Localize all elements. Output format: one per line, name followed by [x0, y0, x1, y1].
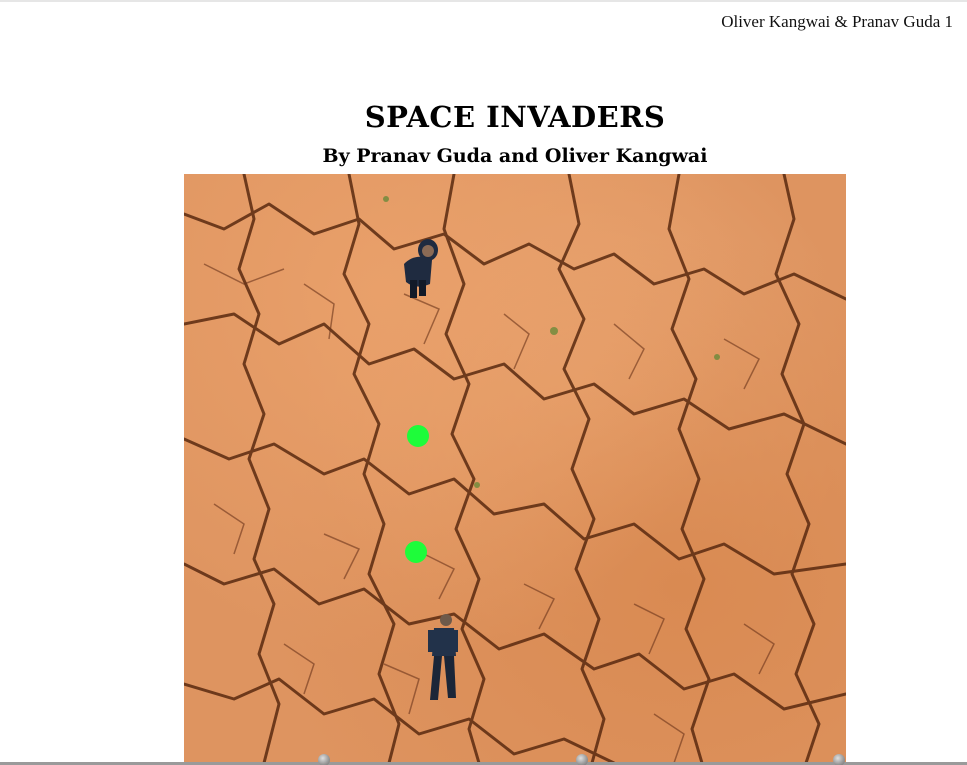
bunker-right: [833, 754, 845, 765]
bunker-middle: [576, 754, 588, 765]
standing-person-icon: [428, 614, 458, 700]
bullet-2: [405, 541, 427, 563]
bullet-1: [407, 425, 429, 447]
hooded-person-icon: [404, 239, 438, 298]
top-divider: [0, 0, 967, 2]
player-person[interactable]: [420, 612, 464, 704]
enemy-person[interactable]: [396, 234, 442, 300]
cracked-earth-background: [184, 174, 846, 763]
game-title: SPACE INVADERS: [364, 100, 666, 134]
game-canvas[interactable]: [184, 174, 846, 763]
game-subtitle: By Pranav Guda and Oliver Kangwai: [322, 145, 708, 167]
bunker-left: [318, 754, 330, 765]
header-credit: Oliver Kangwai & Pranav Guda 1: [721, 12, 953, 31]
